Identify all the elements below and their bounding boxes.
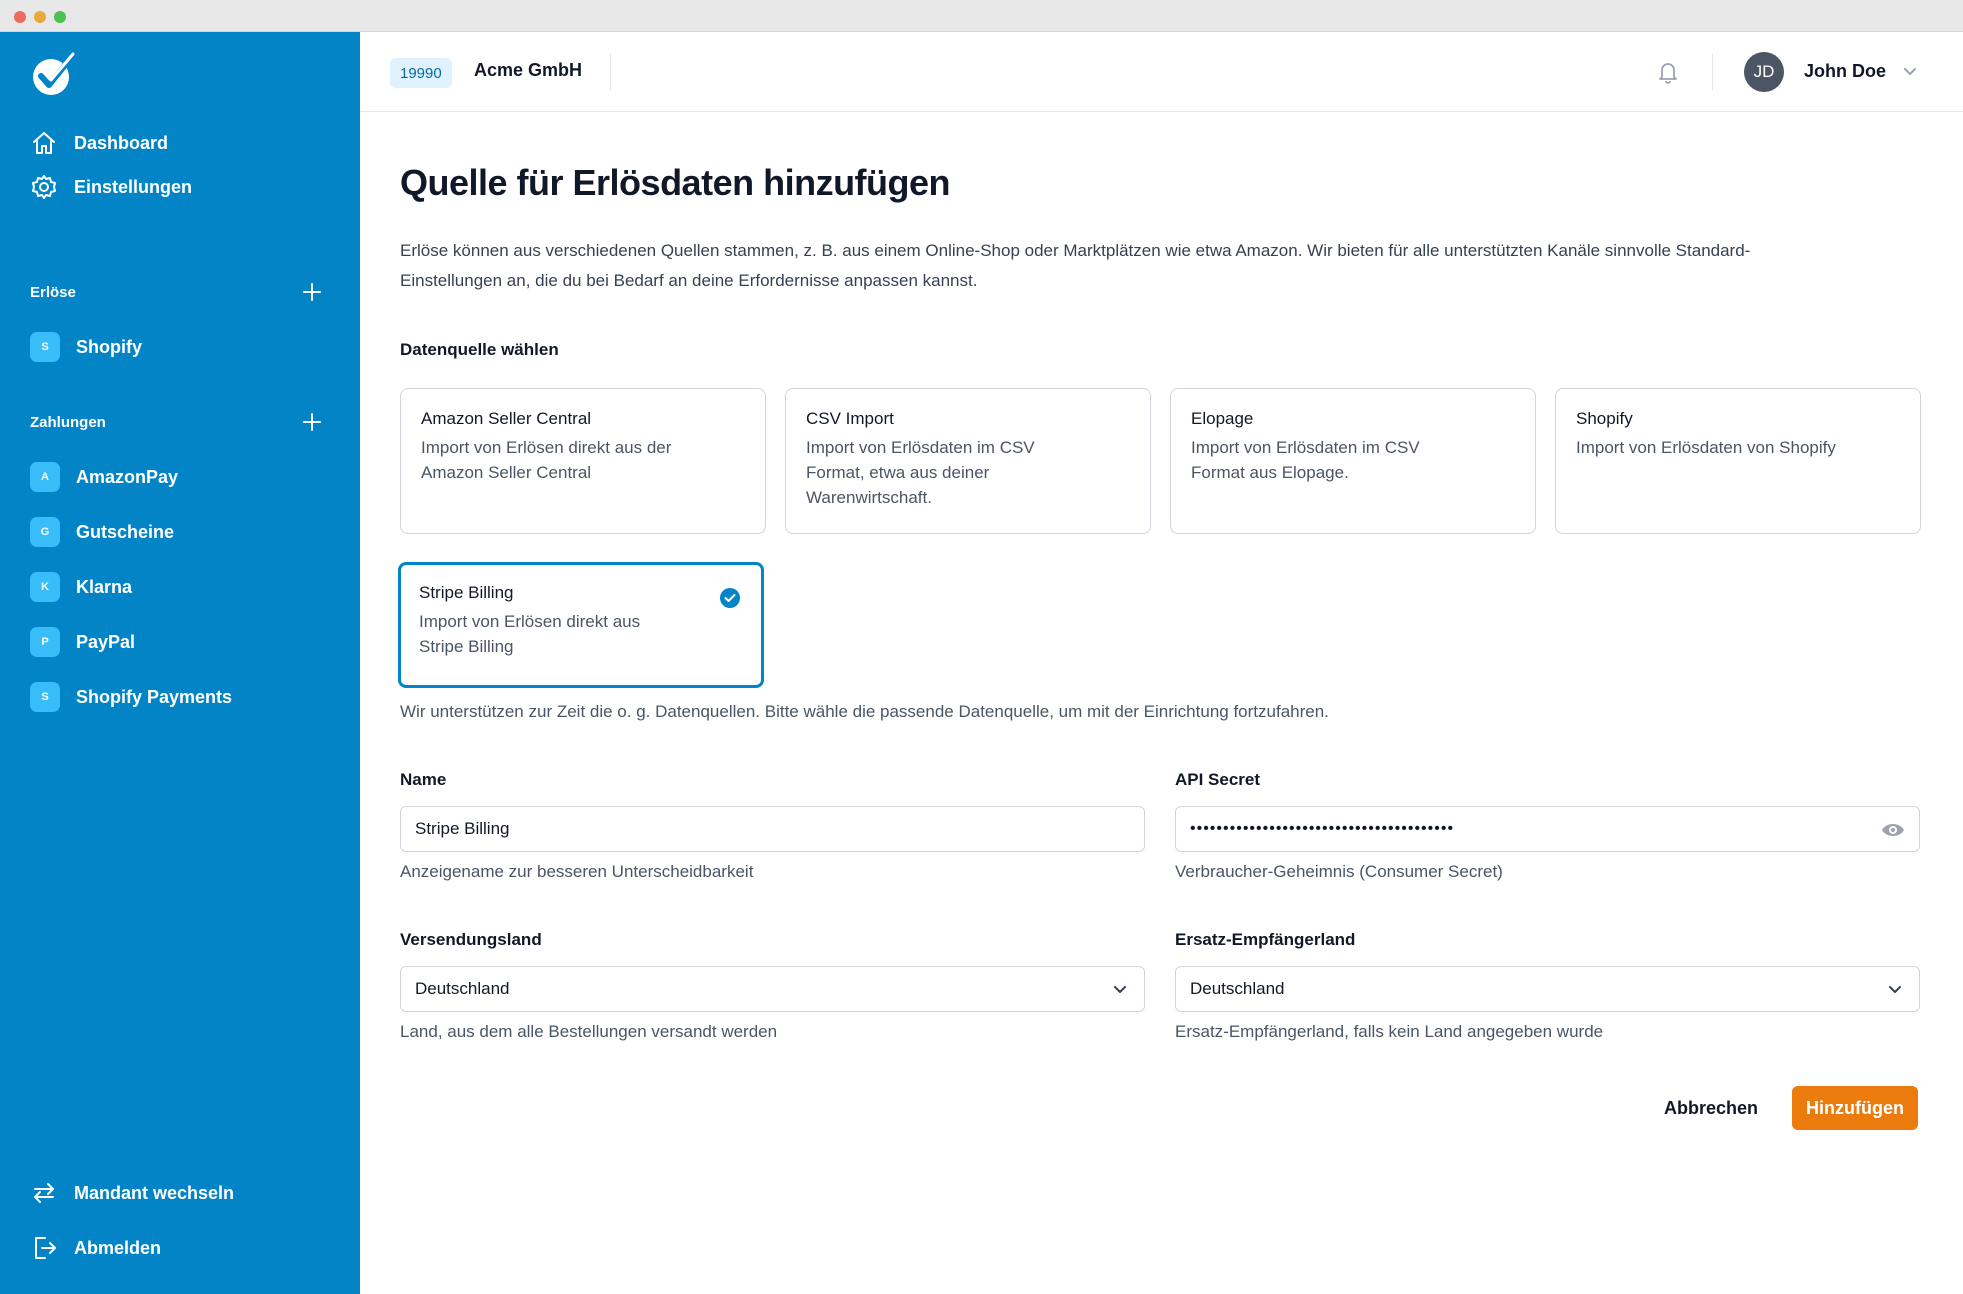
- api-secret-hint: Verbraucher-Geheimnis (Consumer Secret): [1175, 862, 1503, 881]
- fallback-country-value: Deutschland: [1190, 979, 1285, 998]
- chevron-down-icon[interactable]: [1900, 62, 1920, 82]
- notifications-bell-icon[interactable]: [1652, 56, 1684, 88]
- user-menu-name[interactable]: John Doe: [1804, 61, 1886, 82]
- window-titlebar: [0, 0, 1963, 32]
- page-title: Quelle für Erlösdaten hinzufügen: [400, 162, 951, 203]
- source-badge: K: [30, 572, 60, 602]
- shipping-country-hint: Land, aus dem alle Bestellungen versandt…: [400, 1022, 778, 1041]
- shipping-country-select[interactable]: Deutschland: [400, 966, 1145, 1012]
- api-secret-input-wrapper[interactable]: ••••••••••••••••••••••••••••••••••••••••: [1175, 806, 1920, 852]
- card-description: Import von Erlösdaten im CSV Format aus E…: [1191, 438, 1420, 482]
- card-description: Import von Erlösen direkt aus Stripe Bill…: [419, 612, 641, 656]
- source-card-amazon[interactable]: Amazon Seller Central Import von Erlösen…: [400, 388, 766, 534]
- sidebar-item-shopify[interactable]: S Shopify: [30, 330, 142, 364]
- card-description: Import von Erlösen direkt aus der Amazon …: [421, 438, 672, 482]
- chevron-down-icon: [1889, 986, 1901, 993]
- header-divider: [610, 54, 611, 90]
- add-payment-button[interactable]: [298, 408, 326, 436]
- sidebar-item-dashboard[interactable]: Dashboard: [30, 126, 168, 160]
- window-minimize-button[interactable]: [34, 11, 46, 23]
- sidebar-item-logout[interactable]: Abmelden: [30, 1231, 161, 1265]
- sidebar-item-label: AmazonPay: [76, 466, 179, 487]
- fallback-country-select[interactable]: Deutschland: [1175, 966, 1920, 1012]
- source-badge: A: [30, 462, 60, 492]
- sidebar-item-shopify-payments[interactable]: S Shopify Payments: [30, 680, 232, 714]
- cancel-button[interactable]: Abbrechen: [1650, 1086, 1772, 1130]
- app-window: Dashboard Einstellungen Erlöse S Shopify…: [0, 0, 1963, 1294]
- api-secret-label: API Secret: [1175, 770, 1261, 789]
- sidebar-item-settings[interactable]: Einstellungen: [30, 170, 192, 204]
- card-description: Import von Erlösdaten im CSV Format, etwa…: [806, 438, 1035, 507]
- shipping-country-label: Versendungsland: [400, 930, 542, 949]
- main-content: Quelle für Erlösdaten hinzufügen Erlöse …: [360, 112, 1963, 1294]
- sidebar-item-klarna[interactable]: K Klarna: [30, 570, 132, 604]
- source-select-label: Datenquelle wählen: [400, 340, 559, 359]
- card-title: Elopage: [1191, 409, 1254, 428]
- fallback-country-label: Ersatz-Empfängerland: [1175, 930, 1356, 949]
- gear-icon: [30, 173, 58, 201]
- switch-arrows-icon: [30, 1179, 58, 1207]
- section-label-revenue: Erlöse: [30, 284, 76, 301]
- sidebar: Dashboard Einstellungen Erlöse S Shopify…: [0, 32, 360, 1294]
- sidebar-item-label: Dashboard: [74, 132, 169, 153]
- section-label-payments: Zahlungen: [30, 414, 106, 431]
- sidebar-item-amazonpay[interactable]: A AmazonPay: [30, 460, 178, 494]
- card-title: Shopify: [1576, 409, 1633, 428]
- sidebar-item-gutscheine[interactable]: G Gutscheine: [30, 515, 174, 549]
- source-hint: Wir unterstützen zur Zeit die o. g. Date…: [400, 702, 1329, 721]
- check-circle-icon: [720, 588, 740, 608]
- name-hint: Anzeigename zur besseren Unterscheidbark…: [400, 862, 754, 881]
- home-icon: [30, 129, 58, 157]
- card-title: Stripe Billing: [419, 583, 514, 602]
- add-revenue-button[interactable]: [298, 278, 326, 306]
- chevron-down-icon: [1114, 986, 1126, 993]
- name-input-wrapper[interactable]: [400, 806, 1145, 852]
- tenant-id-badge: 19990: [390, 58, 452, 88]
- logout-icon: [30, 1234, 58, 1262]
- window-maximize-button[interactable]: [54, 11, 66, 23]
- plus-icon: [303, 413, 321, 431]
- source-card-stripe[interactable]: Stripe Billing Import von Erlösen direkt…: [398, 562, 764, 688]
- fallback-country-hint: Ersatz-Empfängerland, falls kein Land an…: [1175, 1022, 1604, 1041]
- sidebar-item-paypal[interactable]: P PayPal: [30, 625, 135, 659]
- sidebar-item-label: Shopify: [76, 336, 142, 357]
- sidebar-item-label: PayPal: [76, 631, 136, 652]
- name-input[interactable]: [415, 819, 1130, 839]
- api-secret-input[interactable]: ••••••••••••••••••••••••••••••••••••••••: [1190, 820, 1454, 838]
- source-badge: G: [30, 517, 60, 547]
- shipping-country-value: Deutschland: [415, 979, 510, 998]
- source-card-elopage[interactable]: Elopage Import von Erlösdaten im CSV Form…: [1170, 388, 1536, 534]
- source-card-shopify[interactable]: Shopify Import von Erlösdaten von Shopif…: [1555, 388, 1921, 534]
- avatar[interactable]: JD: [1744, 52, 1784, 92]
- sidebar-item-label: Gutscheine: [76, 521, 175, 542]
- card-description: Import von Erlösdaten von Shopify: [1576, 438, 1836, 457]
- plus-icon: [303, 283, 321, 301]
- source-badge: P: [30, 627, 60, 657]
- source-card-csv[interactable]: CSV Import Import von Erlösdaten im CSV F…: [785, 388, 1151, 534]
- sidebar-item-label: Einstellungen: [74, 176, 193, 197]
- card-title: CSV Import: [806, 409, 894, 428]
- source-badge: S: [30, 332, 60, 362]
- add-button[interactable]: Hinzufügen: [1792, 1086, 1918, 1130]
- top-header: 19990 Acme GmbH JD John Doe: [360, 32, 1963, 112]
- name-label: Name: [400, 770, 447, 789]
- intro-text: Erlöse können aus verschiedenen Quellen …: [400, 241, 1751, 290]
- sidebar-item-label: Klarna: [76, 576, 133, 597]
- header-divider: [1712, 54, 1713, 90]
- sidebar-item-label: Abmelden: [74, 1237, 162, 1258]
- sidebar-item-switch-tenant[interactable]: Mandant wechseln: [30, 1176, 234, 1210]
- sidebar-item-label: Mandant wechseln: [74, 1182, 235, 1203]
- app-logo-icon[interactable]: [30, 52, 76, 98]
- sidebar-item-label: Shopify Payments: [76, 686, 233, 707]
- source-badge: S: [30, 682, 60, 712]
- eye-icon[interactable]: [1881, 819, 1905, 841]
- card-title: Amazon Seller Central: [421, 409, 592, 428]
- tenant-name: Acme GmbH: [474, 60, 583, 80]
- window-close-button[interactable]: [14, 11, 26, 23]
